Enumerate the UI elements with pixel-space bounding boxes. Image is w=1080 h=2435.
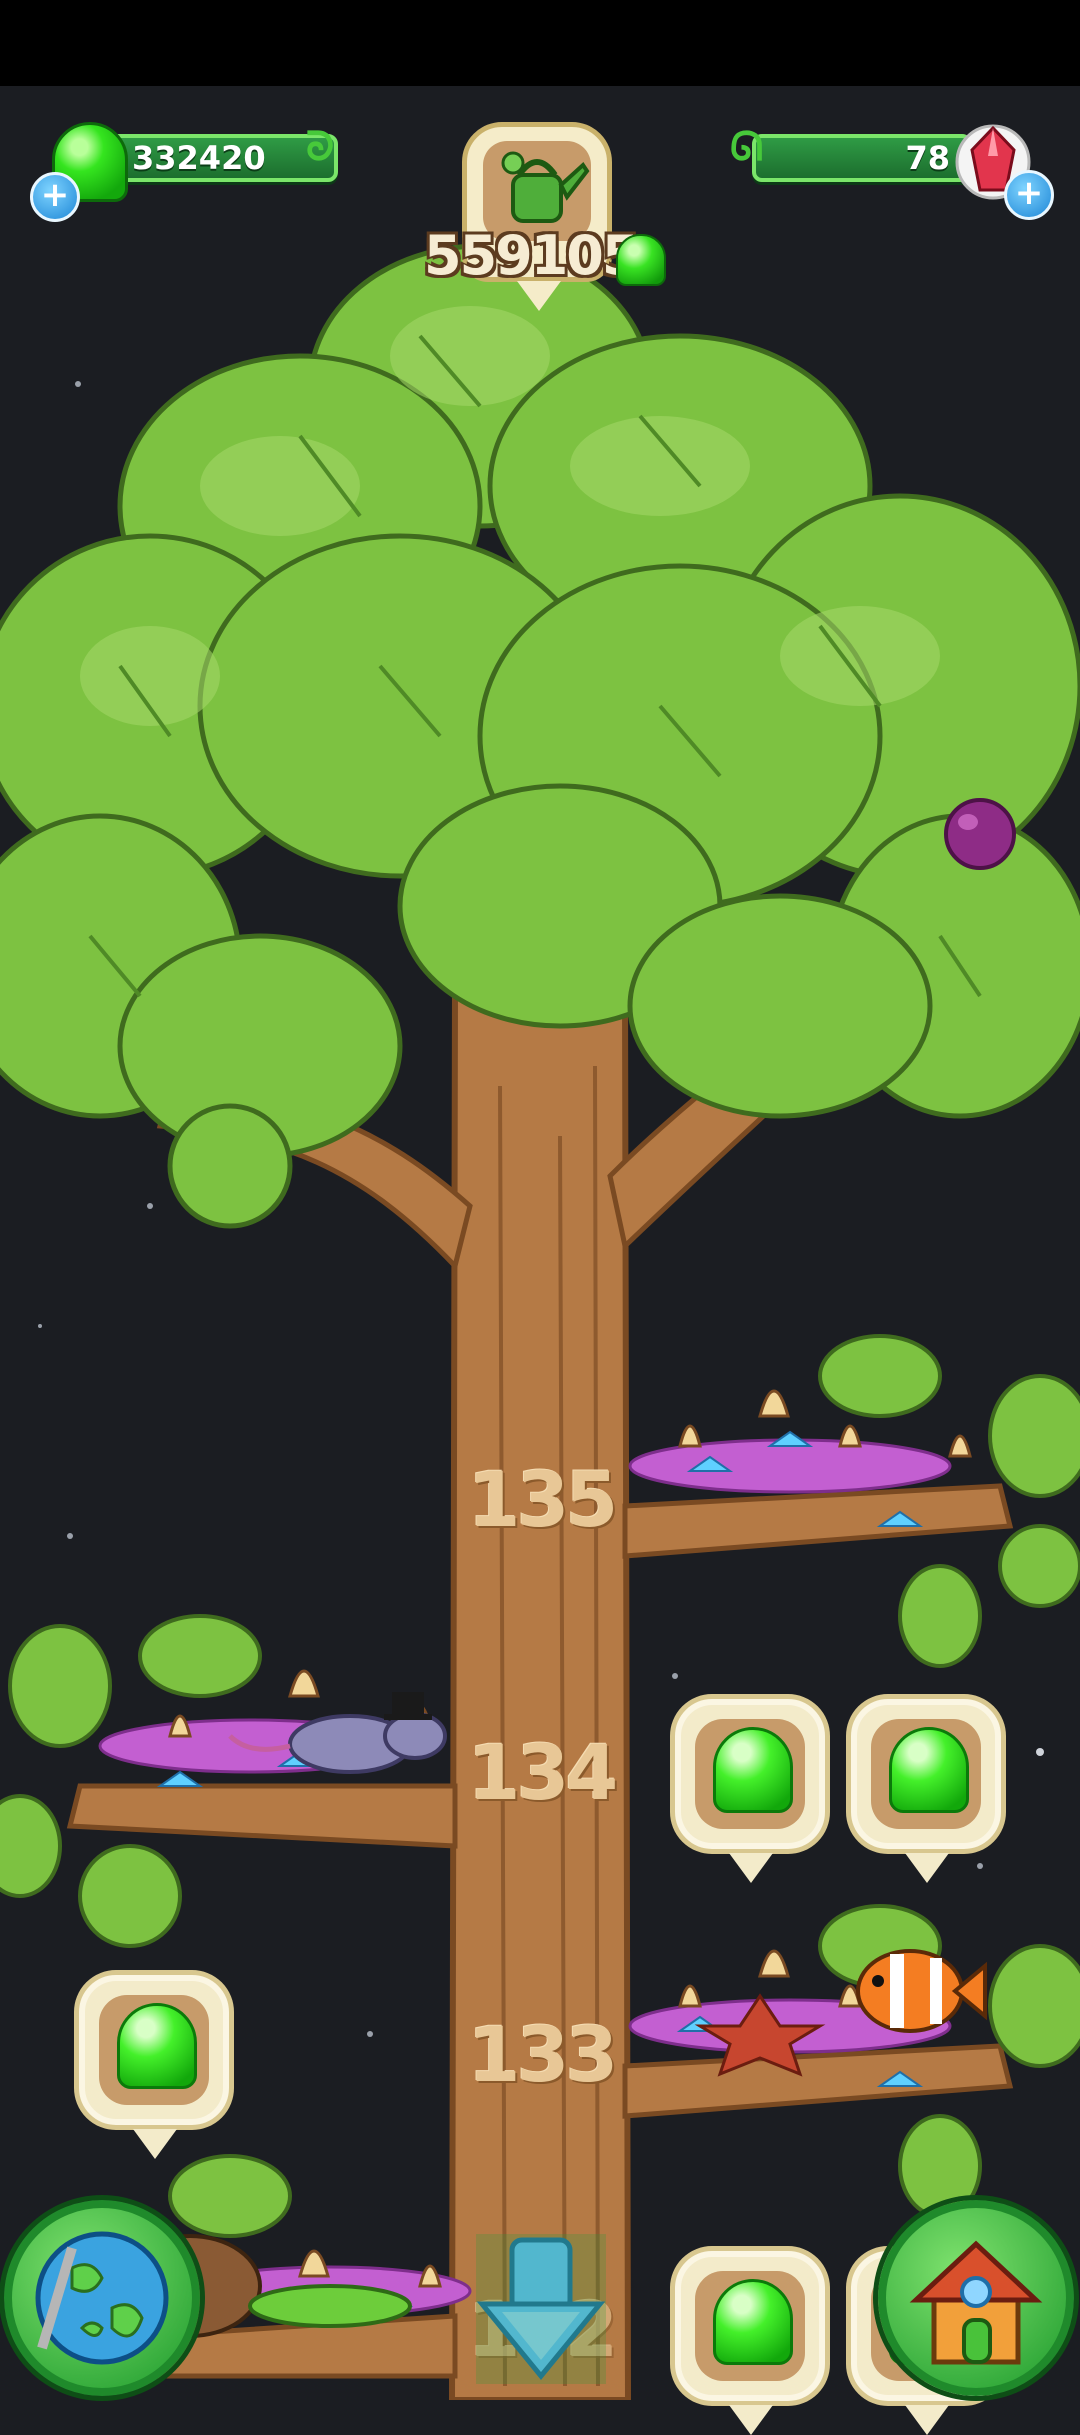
collect-gum-bubble[interactable] bbox=[670, 2246, 830, 2435]
green-gum-icon bbox=[117, 2003, 197, 2089]
vine-decoration-icon: ᘐ bbox=[306, 124, 335, 170]
scroll-down-button[interactable] bbox=[476, 2234, 606, 2384]
collect-gum-bubble[interactable] bbox=[846, 1694, 1006, 1883]
green-gum-icon bbox=[616, 234, 666, 286]
watering-can-count: 559105 bbox=[424, 224, 639, 287]
add-gem-button[interactable]: + bbox=[1004, 170, 1054, 220]
home-button[interactable] bbox=[878, 2200, 1074, 2396]
gum-count: 332420 bbox=[132, 139, 266, 177]
green-gum-icon bbox=[889, 1727, 969, 1813]
gem-counter-bar: 78 bbox=[752, 134, 972, 182]
collect-gum-bubble[interactable] bbox=[74, 1970, 234, 2159]
green-gum-icon bbox=[713, 2279, 793, 2365]
level-number-135: 135 bbox=[467, 1455, 619, 1544]
house-icon bbox=[909, 2240, 1043, 2365]
level-number-133: 133 bbox=[467, 2010, 619, 2099]
green-gum-icon bbox=[713, 1727, 793, 1813]
level-number-134: 134 bbox=[467, 1728, 619, 1817]
gem-count: 78 bbox=[905, 139, 950, 177]
collect-gum-bubble[interactable] bbox=[670, 1694, 830, 1883]
globe-icon bbox=[35, 2231, 169, 2365]
clownfish-character bbox=[856, 1949, 987, 2033]
world-map-button[interactable] bbox=[4, 2200, 200, 2396]
vine-decoration-icon: ᘏ bbox=[730, 124, 764, 170]
add-gum-button[interactable]: + bbox=[30, 172, 80, 222]
status-bar bbox=[0, 0, 1080, 86]
